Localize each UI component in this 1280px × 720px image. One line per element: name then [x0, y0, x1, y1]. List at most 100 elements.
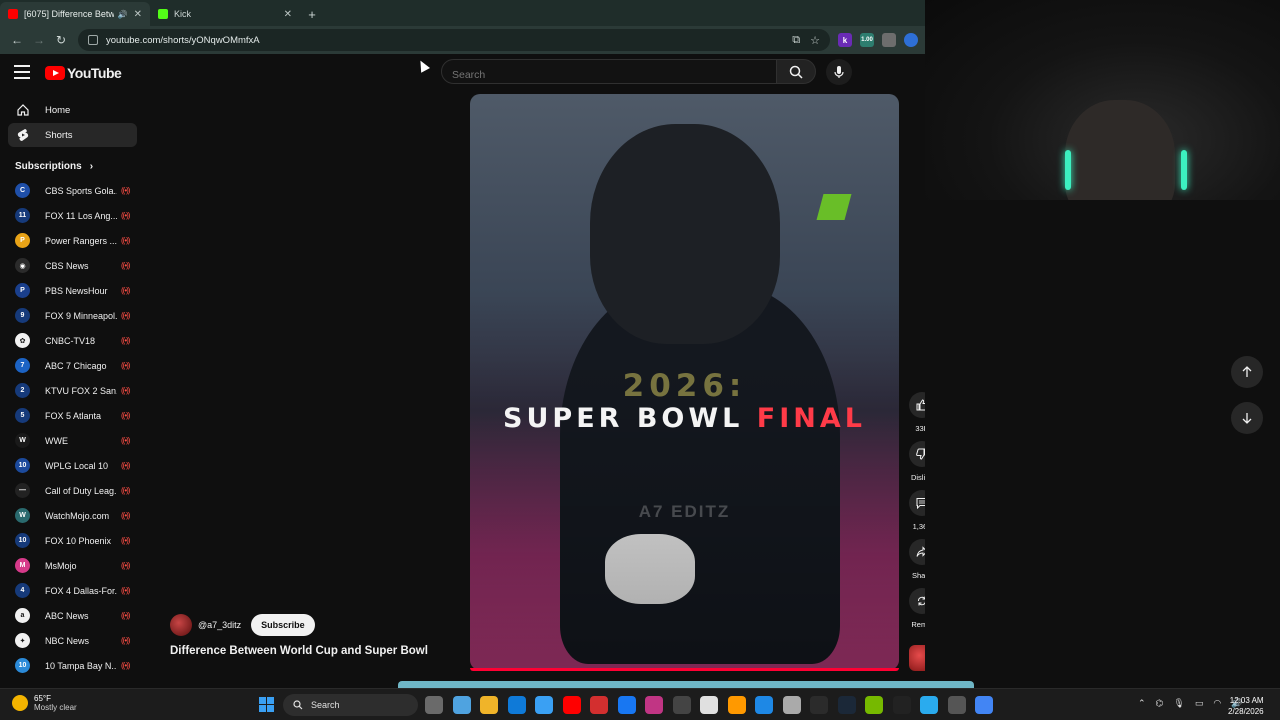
subscription-name: MsMojo: [45, 560, 77, 571]
subscription-item[interactable]: 5 FOX 5 Atlanta ((•)): [0, 403, 145, 428]
shorts-video-player[interactable]: 2026: SUPER BOWL FINAL A7 EDITZ: [470, 94, 899, 670]
forward-button[interactable]: →: [28, 29, 50, 51]
search-icon: [789, 65, 803, 79]
subscription-item[interactable]: ✦ NBC News ((•)): [0, 628, 145, 653]
taskbar-app-icon[interactable]: [617, 696, 636, 714]
subscription-item[interactable]: a ABC News ((•)): [0, 603, 145, 628]
install-app-icon[interactable]: ⧉: [792, 34, 800, 47]
puzzle-icon[interactable]: [882, 33, 896, 47]
subscription-name: CBS Sports Gola...: [45, 185, 117, 196]
sidebar-item-shorts[interactable]: Shorts: [8, 123, 137, 147]
taskbar-app-icon[interactable]: [892, 696, 911, 714]
taskbar-app-icon[interactable]: [452, 696, 471, 714]
search-button[interactable]: [776, 59, 816, 84]
subscription-name: FOX 9 Minneapol...: [45, 310, 117, 321]
taskbar-app-icon[interactable]: [700, 696, 718, 714]
taskbar-app-icon[interactable]: [535, 696, 553, 714]
taskbar-app-icon[interactable]: [782, 696, 801, 714]
taskbar-app-icon[interactable]: [975, 696, 993, 714]
chevron-up-icon[interactable]: ⌃: [1138, 698, 1146, 709]
taskbar-app-icon[interactable]: [590, 696, 608, 714]
live-indicator-icon: ((•)): [121, 261, 131, 270]
taskbar-app-icon[interactable]: [810, 696, 828, 714]
close-tab-icon[interactable]: ✕: [134, 9, 142, 20]
live-indicator-icon: ((•)): [121, 536, 131, 545]
subscription-item[interactable]: 10 WPLG Local 10 ((•)): [0, 453, 145, 478]
scroll-down-button[interactable]: [1231, 402, 1263, 434]
channel-avatar[interactable]: [170, 614, 192, 636]
taskbar-search[interactable]: Search: [283, 694, 418, 716]
taskbar-app-icon[interactable]: [920, 696, 938, 714]
taskbar-app-icon[interactable]: [865, 696, 883, 714]
microphone-icon[interactable]: 🎙: [1173, 698, 1184, 709]
arrow-up-icon: [1242, 366, 1252, 377]
voice-search-button[interactable]: [826, 59, 852, 85]
bookmark-star-icon[interactable]: ☆: [810, 34, 820, 47]
live-indicator-icon: ((•)): [121, 561, 131, 570]
menu-icon[interactable]: [14, 65, 30, 79]
channel-avatar-icon: 7: [15, 358, 30, 373]
subscription-item[interactable]: ◉ CBS News ((•)): [0, 253, 145, 278]
subscription-item[interactable]: P PBS NewsHour ((•)): [0, 278, 145, 303]
taskbar-app-icon[interactable]: [507, 696, 526, 714]
back-button[interactable]: ←: [6, 29, 28, 51]
speaker-icon[interactable]: 🔊: [118, 10, 128, 19]
network-icon[interactable]: ⌬: [1156, 698, 1164, 709]
live-indicator-icon: ((•)): [121, 411, 131, 420]
reload-button[interactable]: ↻: [50, 29, 72, 51]
taskbar-app-icon[interactable]: [425, 696, 443, 714]
scroll-up-button[interactable]: [1231, 356, 1263, 388]
channel-avatar-icon: 10: [15, 533, 30, 548]
subscription-item[interactable]: 11 FOX 11 Los Ang... ((•)): [0, 203, 145, 228]
youtube-logo[interactable]: YouTube: [45, 65, 122, 81]
subscription-item[interactable]: M MsMojo ((•)): [0, 553, 145, 578]
shorts-metadata: @a7_3ditz Subscribe Difference Between W…: [170, 614, 460, 657]
subscription-item[interactable]: 9 FOX 9 Minneapol... ((•)): [0, 303, 145, 328]
windows-taskbar: 65°F Mostly clear Search ⌃ ⌬ 🎙 ▭ ◠ 🔊 12:…: [0, 688, 1280, 720]
subscription-item[interactable]: P Power Rangers ... ((•)): [0, 228, 145, 253]
wifi-icon[interactable]: ◠: [1213, 698, 1221, 709]
subscription-item[interactable]: C CBS Sports Gola... ((•)): [0, 178, 145, 203]
taskbar-app-icon[interactable]: [672, 696, 691, 714]
taskbar-app-icon[interactable]: [727, 696, 746, 714]
profile-icon[interactable]: [904, 33, 918, 47]
subscription-item[interactable]: 10 10 Tampa Bay N... ((•)): [0, 653, 145, 678]
close-tab-icon[interactable]: ✕: [284, 9, 292, 20]
subscription-name: ABC 7 Chicago: [45, 360, 107, 371]
taskbar-app-icon[interactable]: [947, 696, 966, 714]
taskbar-app-icon[interactable]: [645, 696, 663, 714]
live-indicator-icon: ((•)): [121, 661, 131, 670]
screen: [6075] Difference Betwee 🔊 ✕ Kick ✕ + ← …: [0, 0, 1280, 720]
tab-kick[interactable]: Kick ✕: [150, 2, 300, 26]
new-tab-button[interactable]: +: [300, 2, 324, 26]
subscription-item[interactable]: — Call of Duty Leag... ((•)): [0, 478, 145, 503]
live-indicator-icon: ((•)): [121, 311, 131, 320]
display-icon[interactable]: ▭: [1195, 698, 1204, 709]
tab-youtube[interactable]: [6075] Difference Betwee 🔊 ✕: [0, 2, 150, 26]
taskbar-app-icon[interactable]: [755, 696, 773, 714]
subscription-item[interactable]: 2 KTVU FOX 2 San... ((•)): [0, 378, 145, 403]
subscription-item[interactable]: W WatchMojo.com ((•)): [0, 503, 145, 528]
counter-icon[interactable]: 1.00: [860, 33, 874, 47]
subscriptions-header[interactable]: Subscriptions ›: [15, 161, 145, 172]
subscription-item[interactable]: 4 FOX 4 Dallas-For... ((•)): [0, 578, 145, 603]
subscription-item[interactable]: W WWE ((•)): [0, 428, 145, 453]
short-title[interactable]: Difference Between World Cup and Super B…: [170, 645, 460, 657]
site-info-icon[interactable]: [88, 35, 98, 45]
subscription-item[interactable]: 10 FOX 10 Phoenix ((•)): [0, 528, 145, 553]
subscription-item[interactable]: 7 ABC 7 Chicago ((•)): [0, 353, 145, 378]
address-bar[interactable]: youtube.com/shorts/yONqwOMmfxA ⧉ ☆: [78, 29, 830, 51]
sidebar-item-home[interactable]: Home: [8, 98, 137, 122]
taskbar-app-icon[interactable]: [562, 696, 581, 714]
weather-widget[interactable]: 65°F Mostly clear: [12, 694, 77, 712]
k-icon[interactable]: k: [838, 33, 852, 47]
windows-start-icon[interactable]: [259, 697, 274, 712]
system-clock[interactable]: 12:03 AM 2/28/2026: [1228, 695, 1264, 717]
subscribe-button[interactable]: Subscribe: [251, 614, 315, 636]
search-input[interactable]: [441, 59, 777, 84]
taskbar-app-icon[interactable]: [480, 696, 498, 714]
channel-handle[interactable]: @a7_3ditz: [198, 620, 241, 630]
video-progress-bar[interactable]: [470, 668, 899, 671]
taskbar-app-icon[interactable]: [837, 696, 856, 714]
subscription-item[interactable]: ✿ CNBC-TV18 ((•)): [0, 328, 145, 353]
